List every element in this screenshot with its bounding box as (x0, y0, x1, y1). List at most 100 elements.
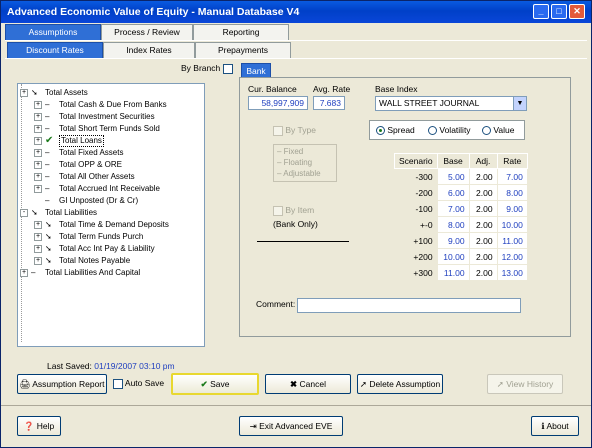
dash-icon: – (45, 100, 50, 109)
avg-rate-label: Avg. Rate (313, 84, 351, 94)
adj-cell[interactable]: 2.00 (468, 184, 498, 201)
type-option-label: Adjustable (283, 169, 321, 178)
button-label: Cancel (299, 379, 326, 389)
help-icon: ❓ (23, 421, 35, 431)
tab-index-rates[interactable]: Index Rates (103, 42, 195, 58)
tab-reporting[interactable]: Reporting (193, 24, 289, 40)
radio-button[interactable] (376, 126, 385, 136)
rate-cell[interactable]: 12.00 (496, 248, 528, 265)
cur-balance-field: 58,997,909 (248, 96, 308, 110)
tab-discount-rates[interactable]: Discount Rates (7, 42, 103, 58)
expand-icon[interactable]: + (34, 101, 42, 109)
scenario-table: Scenario Base Adj. Rate -300 5.00 2.00 7.00… (394, 153, 528, 281)
tree-item-label: Total OPP & ORE (59, 160, 122, 169)
rate-cell[interactable]: 8.00 (496, 184, 528, 201)
table-row: -300 5.00 2.00 7.00 (394, 168, 528, 185)
chevron-down-icon[interactable]: ▼ (513, 97, 526, 110)
radio-value[interactable]: Value (482, 125, 514, 136)
adj-cell[interactable]: 2.00 (468, 216, 498, 233)
cancel-button[interactable]: ✖ Cancel (265, 374, 351, 394)
checkbox-box[interactable] (113, 378, 123, 389)
base-cell[interactable]: 11.00 (436, 264, 470, 281)
expand-icon[interactable]: + (20, 269, 28, 277)
last-saved: Last Saved: 01/19/2007 03:10 pm (47, 361, 175, 371)
view-history-button[interactable]: ➚ View History (487, 374, 563, 394)
expand-icon[interactable]: + (34, 125, 42, 133)
tab-process-review[interactable]: Process / Review (101, 24, 193, 40)
radio-volatility[interactable]: Volatility (428, 125, 471, 136)
rate-cell[interactable]: 7.00 (496, 168, 528, 185)
base-cell[interactable]: 6.00 (436, 184, 470, 201)
checkbox-box[interactable] (222, 63, 233, 74)
assumption-report-button[interactable]: 🖨 Assumption Report (17, 374, 107, 394)
expand-icon[interactable]: + (34, 113, 42, 121)
expand-icon[interactable]: + (34, 245, 42, 253)
checkbox-box (273, 205, 283, 216)
button-label: Save (210, 379, 230, 389)
minimize-icon[interactable]: _ (533, 4, 549, 19)
app-window: Advanced Economic Value of Equity - Manu… (0, 0, 592, 448)
rate-cell[interactable]: 10.00 (496, 216, 528, 233)
table-row: +-0 8.00 2.00 10.00 (394, 216, 528, 233)
adj-cell[interactable]: 2.00 (468, 248, 498, 265)
cursor-icon: ➚ (496, 379, 504, 389)
cur-balance-label: Cur. Balance (248, 84, 297, 94)
tab-assumptions[interactable]: Assumptions (5, 24, 101, 40)
expand-icon[interactable]: + (20, 89, 28, 97)
dash-icon: – (45, 148, 50, 157)
delete-assumption-button[interactable]: ➚ Delete Assumption (357, 374, 443, 394)
rate-cell[interactable]: 9.00 (496, 200, 528, 217)
about-button[interactable]: ℹ About (531, 416, 579, 436)
tab-label: Discount Rates (26, 45, 84, 55)
avg-rate-field: 7.683 (313, 96, 345, 110)
base-cell[interactable]: 5.00 (436, 168, 470, 185)
tree-item-label: Total Time & Demand Deposits (59, 220, 169, 229)
tab-label: Index Rates (126, 45, 172, 55)
expand-icon[interactable]: + (34, 221, 42, 229)
comment-field[interactable] (297, 298, 521, 313)
maximize-icon[interactable]: □ (551, 4, 567, 19)
base-cell[interactable]: 10.00 (436, 248, 470, 265)
expand-icon[interactable]: + (34, 257, 42, 265)
account-tree[interactable]: + ➘ Total Assets + – Total Cash & Due From Ba… (17, 83, 205, 347)
adj-cell[interactable]: 2.00 (468, 232, 498, 249)
tab-prepayments[interactable]: Prepayments (195, 42, 291, 58)
expand-icon[interactable]: + (34, 161, 42, 169)
button-label: View History (506, 379, 554, 389)
radio-button[interactable] (428, 126, 437, 136)
by-branch-label: By Branch (181, 63, 221, 73)
adj-cell[interactable]: 2.00 (468, 200, 498, 217)
expand-icon[interactable]: + (34, 137, 42, 145)
expand-icon[interactable]: + (34, 185, 42, 193)
info-icon: ℹ (541, 421, 545, 431)
expand-icon[interactable]: + (34, 233, 42, 241)
exit-button[interactable]: ⇥ Exit Advanced EVE (239, 416, 343, 436)
base-index-label: Base Index (375, 84, 418, 94)
adj-cell[interactable]: 2.00 (468, 168, 498, 185)
save-button[interactable]: ✔ Save (171, 373, 259, 395)
base-cell[interactable]: 8.00 (436, 216, 470, 233)
radio-button[interactable] (482, 126, 491, 136)
title-bar: Advanced Economic Value of Equity - Manu… (1, 1, 591, 23)
auto-save-checkbox[interactable]: Auto Save (113, 378, 164, 389)
tab-label: Assumptions (28, 27, 78, 37)
base-cell[interactable]: 7.00 (436, 200, 470, 217)
column-header: Rate (496, 153, 528, 169)
base-cell[interactable]: 9.00 (436, 232, 470, 249)
radio-spread[interactable]: Spread (376, 125, 415, 136)
type-fixed: – Fixed (277, 147, 304, 156)
table-row: +300 11.00 2.00 13.00 (394, 264, 528, 281)
tree-item-label: Total Cash & Due From Banks (59, 100, 167, 109)
help-button[interactable]: ❓ Help (17, 416, 61, 436)
base-index-select[interactable]: WALL STREET JOURNAL ▼ (375, 96, 527, 111)
expand-icon[interactable]: + (34, 149, 42, 157)
by-branch-checkbox[interactable]: By Branch (181, 63, 233, 74)
rate-cell[interactable]: 13.00 (496, 264, 528, 281)
expand-icon[interactable]: + (34, 173, 42, 181)
rate-cell[interactable]: 11.00 (496, 232, 528, 249)
adj-cell[interactable]: 2.00 (468, 264, 498, 281)
collapse-icon[interactable]: - (20, 209, 28, 217)
close-icon[interactable]: ✕ (569, 4, 585, 19)
radio-label: Volatility (439, 125, 471, 135)
dash-icon: – (45, 172, 50, 181)
